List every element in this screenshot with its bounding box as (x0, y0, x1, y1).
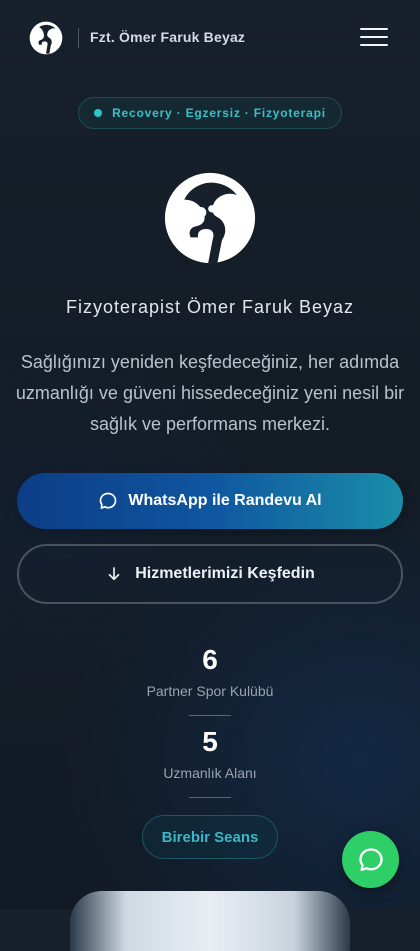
whatsapp-appointment-button[interactable]: WhatsApp ile Randevu Al (17, 473, 403, 529)
hero-image-card (70, 891, 350, 951)
chat-bubble-icon (100, 492, 117, 509)
status-dot (94, 109, 103, 117)
arrow-down-icon (108, 567, 120, 581)
tagline-text: Recovery · Egzersiz · Fizyoterapi (112, 106, 326, 120)
brand-name[interactable]: Fzt. Ömer Faruk Beyaz (90, 29, 245, 45)
session-badge-label: Birebir Seans (161, 828, 259, 846)
stat-divider (189, 797, 231, 798)
stat-divider (189, 715, 231, 716)
knee-joint-logo-icon (164, 172, 256, 264)
top-header: Fzt. Ömer Faruk Beyaz (0, 0, 420, 76)
stat-value: 6 (202, 644, 218, 675)
hamburger-menu-icon[interactable] (360, 28, 388, 48)
tagline-pill: Recovery · Egzersiz · Fizyoterapi (78, 97, 342, 129)
knee-joint-logo-icon[interactable] (29, 21, 63, 55)
stat-label: Partner Spor Kulübü (146, 683, 274, 699)
one-on-one-session-badge[interactable]: Birebir Seans (142, 815, 278, 859)
explore-services-button[interactable]: Hizmetlerimizi Keşfedin (17, 544, 403, 604)
stat-label: Uzmanlık Alanı (163, 765, 257, 781)
stat-value: 5 (202, 726, 218, 757)
whatsapp-button-label: WhatsApp ile Randevu Al (128, 492, 322, 509)
whatsapp-chat-button[interactable] (342, 831, 399, 888)
whatsapp-icon (358, 847, 383, 871)
page-title: Fizyoterapist Ömer Faruk Beyaz (65, 297, 355, 317)
hero-description: Sağlığınızı yeniden keşfedeceğiniz, her … (15, 352, 405, 434)
header-divider (78, 28, 79, 48)
explore-services-label: Hizmetlerimizi Keşfedin (135, 565, 315, 582)
